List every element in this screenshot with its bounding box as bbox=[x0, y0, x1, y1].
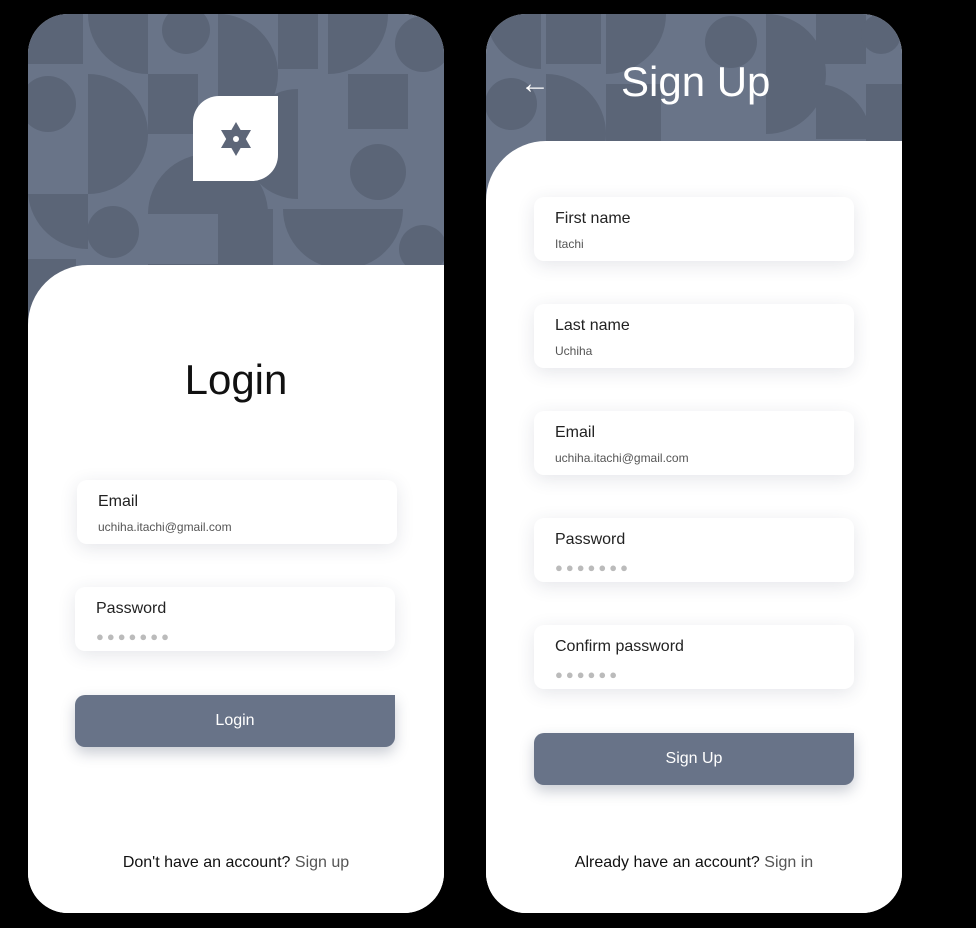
password-dots: ●●●●●●● bbox=[555, 560, 631, 575]
email-field[interactable]: Email uchiha.itachi@gmail.com bbox=[77, 480, 397, 544]
signup-link[interactable]: Sign up bbox=[295, 854, 349, 871]
app-logo bbox=[193, 96, 278, 181]
last-name-field[interactable]: Last name Uchiha bbox=[534, 304, 854, 368]
password-label: Password bbox=[96, 600, 167, 617]
last-name-label: Last name bbox=[555, 317, 630, 334]
star-of-david-icon bbox=[220, 121, 251, 156]
email-label: Email bbox=[555, 424, 596, 441]
signup-prompt-text: Don't have an account? bbox=[122, 854, 291, 871]
confirm-password-label: Confirm password bbox=[555, 638, 684, 655]
email-value: uchiha.itachi@gmail.com bbox=[98, 520, 232, 534]
confirm-password-field[interactable]: Confirm password ●●●●●● bbox=[534, 625, 854, 689]
last-name-value: Uchiha bbox=[555, 344, 593, 358]
signin-prompt: Already have an account? Sign in bbox=[486, 854, 902, 872]
signup-button[interactable]: Sign Up bbox=[534, 733, 854, 785]
signin-link[interactable]: Sign in bbox=[764, 854, 813, 871]
signup-screen: ← Sign Up First name Itachi Last name Uc… bbox=[486, 14, 902, 913]
password-dots: ●●●●●●● bbox=[96, 629, 172, 644]
first-name-value: Itachi bbox=[555, 237, 584, 251]
password-field[interactable]: Password ●●●●●●● bbox=[534, 518, 854, 582]
signin-prompt-text: Already have an account? bbox=[574, 854, 760, 871]
email-value: uchiha.itachi@gmail.com bbox=[555, 451, 689, 465]
email-label: Email bbox=[98, 493, 139, 510]
page-title: Sign Up bbox=[621, 58, 771, 105]
first-name-field[interactable]: First name Itachi bbox=[534, 197, 854, 261]
login-screen: Login Email uchiha.itachi@gmail.com Pass… bbox=[28, 14, 444, 913]
signup-prompt: Don't have an account? Sign up bbox=[28, 854, 444, 872]
email-field[interactable]: Email uchiha.itachi@gmail.com bbox=[534, 411, 854, 475]
confirm-password-dots: ●●●●●● bbox=[555, 667, 621, 682]
password-label: Password bbox=[555, 531, 626, 548]
first-name-label: First name bbox=[555, 210, 631, 227]
page-title: Login bbox=[184, 356, 288, 403]
login-button[interactable]: Login bbox=[75, 695, 395, 747]
back-arrow-icon[interactable]: ← bbox=[520, 64, 550, 104]
password-field[interactable]: Password ●●●●●●● bbox=[75, 587, 395, 651]
